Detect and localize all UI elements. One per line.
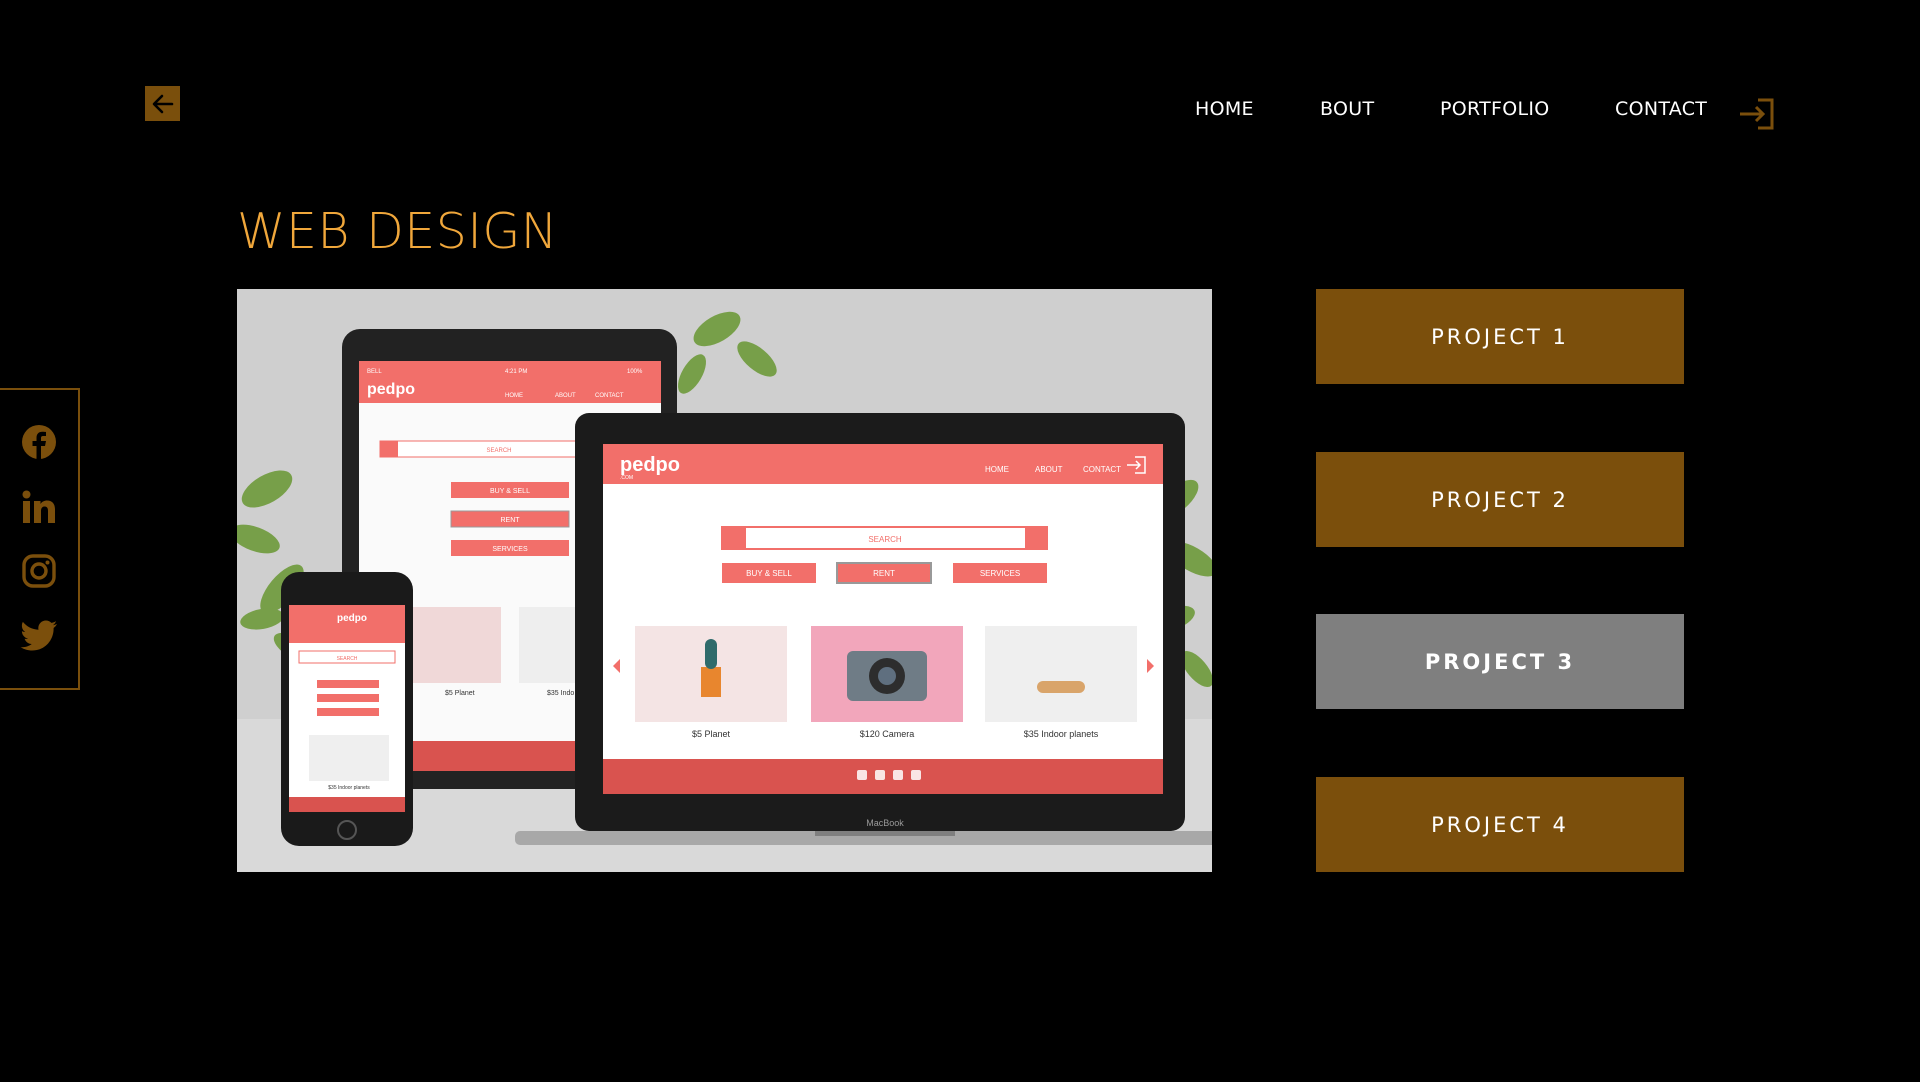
laptop-logo-sub: .COM	[620, 475, 633, 481]
sign-in-icon	[1740, 98, 1774, 130]
tablet-status-carrier: BELL	[367, 369, 382, 375]
product-caption-1: $5 Planet	[692, 729, 731, 739]
tablet-search-placeholder: SEARCH	[486, 448, 511, 454]
laptop-btn-rent: RENT	[873, 569, 895, 578]
social-sidebar	[0, 388, 80, 690]
product-caption-3: $35 Indoor planets	[1024, 729, 1099, 739]
back-button[interactable]	[145, 86, 180, 121]
tablet-caption-2: $35 Indo	[547, 690, 574, 697]
nav-portfolio[interactable]: PORTFOLIO	[1440, 98, 1550, 120]
project-4-button[interactable]: PROJECT 4	[1316, 777, 1684, 872]
instagram-link[interactable]	[20, 552, 58, 590]
laptop-logo: pedpo	[620, 454, 680, 476]
laptop-btn-services: SERVICES	[980, 569, 1020, 578]
device-mockup-illustration: BELL 4:21 PM 100% pedpo HOME ABOUT CONTA…	[237, 289, 1212, 872]
tablet-btn-services: SERVICES	[492, 546, 528, 553]
tablet-btn-buy: BUY & SELL	[490, 488, 530, 495]
laptop-nav-about: ABOUT	[1035, 465, 1063, 474]
phone-search-placeholder: SEARCH	[337, 656, 358, 662]
page-title: WEB DESIGN	[237, 203, 558, 260]
laptop-search-placeholder: SEARCH	[868, 535, 902, 544]
laptop-nav-home: HOME	[985, 465, 1009, 474]
project-3-button[interactable]: PROJECT 3	[1316, 614, 1684, 709]
tablet-nav-home: HOME	[505, 393, 523, 399]
twitter-link[interactable]	[20, 617, 58, 655]
product-caption-2: $120 Camera	[860, 729, 915, 739]
facebook-icon	[22, 425, 56, 460]
linkedin-icon	[22, 490, 55, 523]
tablet-status-battery: 100%	[627, 369, 643, 375]
instagram-icon	[22, 554, 56, 588]
nav-about[interactable]: BOUT	[1320, 98, 1374, 120]
facebook-link[interactable]	[20, 423, 58, 461]
laptop-nav-contact: CONTACT	[1083, 465, 1121, 474]
tablet-nav-contact: CONTACT	[595, 393, 624, 399]
tablet-caption-1: $5 Planet	[445, 690, 475, 697]
laptop-btn-buy: BUY & SELL	[746, 569, 792, 578]
project-2-button[interactable]: PROJECT 2	[1316, 452, 1684, 547]
tablet-btn-rent: RENT	[500, 517, 520, 524]
project-1-button[interactable]: PROJECT 1	[1316, 289, 1684, 384]
phone-caption: $35 Indoor planets	[328, 785, 370, 791]
nav-contact[interactable]: CONTACT	[1615, 98, 1707, 120]
arrow-left-icon	[152, 94, 173, 113]
linkedin-link[interactable]	[20, 488, 58, 526]
tablet-logo: pedpo	[367, 381, 415, 398]
project-preview-image: BELL 4:21 PM 100% pedpo HOME ABOUT CONTA…	[237, 289, 1212, 872]
laptop-label: MacBook	[866, 818, 904, 828]
nav-home[interactable]: HOME	[1195, 98, 1254, 120]
tablet-status-time: 4:21 PM	[505, 369, 527, 375]
sign-in-button[interactable]	[1738, 96, 1776, 132]
phone-logo: pedpo	[337, 613, 367, 624]
twitter-icon	[20, 620, 57, 651]
tablet-nav-about: ABOUT	[555, 393, 576, 399]
